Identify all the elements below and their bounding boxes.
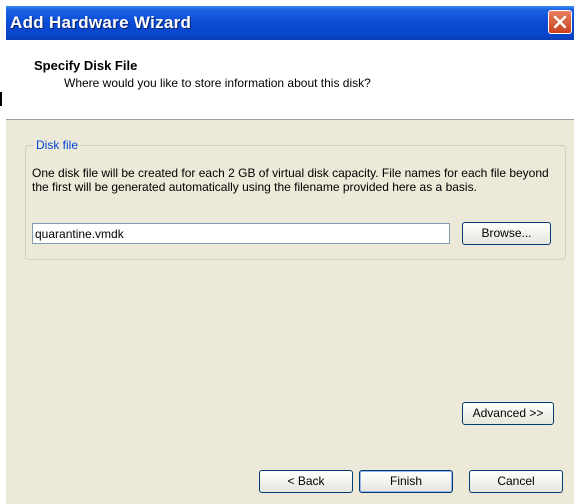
title-bar[interactable]: Add Hardware Wizard [6, 6, 574, 40]
back-button[interactable]: < Back [259, 470, 353, 493]
browse-button[interactable]: Browse... [462, 222, 551, 245]
group-legend: Disk file [34, 138, 81, 152]
close-button[interactable] [548, 10, 572, 34]
window-title: Add Hardware Wizard [10, 13, 192, 32]
edge-artifact [0, 92, 2, 106]
wizard-header: Specify Disk File Where would you like t… [6, 40, 574, 120]
page-title: Specify Disk File [34, 58, 138, 73]
finish-button[interactable]: Finish [359, 470, 453, 493]
wizard-window: Add Hardware Wizard Specify Disk File Wh… [6, 6, 574, 504]
close-icon [553, 15, 567, 29]
filename-input[interactable] [32, 223, 450, 244]
advanced-button[interactable]: Advanced >> [462, 402, 554, 425]
cancel-button[interactable]: Cancel [469, 470, 563, 493]
group-description: One disk file will be created for each 2… [32, 166, 549, 194]
disk-file-group: Disk file One disk file will be created … [25, 138, 566, 260]
page-subtitle: Where would you like to store informatio… [64, 76, 371, 90]
